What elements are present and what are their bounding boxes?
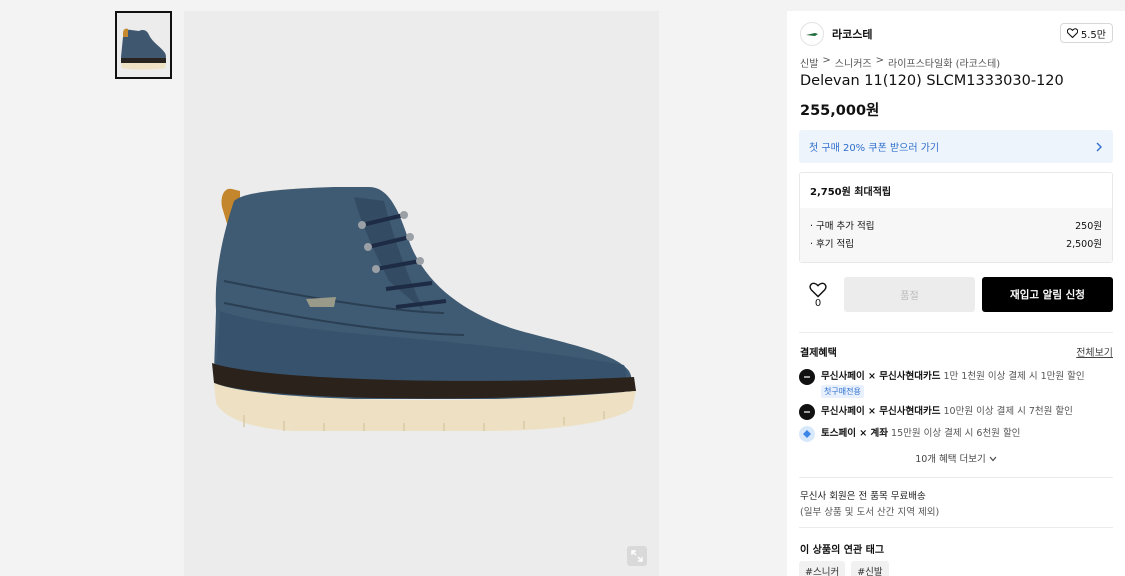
- action-row: 0 품절 재입고 알림 신청: [799, 277, 1113, 313]
- brand-row: 라코스테 5.5만: [800, 21, 1113, 47]
- points-row-value: 250원: [1075, 221, 1102, 232]
- wishlist-button[interactable]: 0: [799, 277, 837, 313]
- expand-icon[interactable]: [627, 546, 647, 566]
- brand-like-count: 5.5만: [1080, 29, 1106, 41]
- shipping-info: 무신사 회원은 전 품목 무료배송: [800, 491, 926, 502]
- points-row-label: · 구매 추가 적립: [810, 221, 875, 232]
- points-details: · 구매 추가 적립 250원 · 후기 적립 2,500원: [800, 208, 1112, 262]
- benefit-item[interactable]: 무신사페이 × 무신사현대카드 1만 1천원 이상 결제 시 1만원 할인 첫구…: [799, 368, 1085, 398]
- brand-name[interactable]: 라코스테: [832, 26, 872, 42]
- soldout-button[interactable]: 품절: [844, 277, 975, 312]
- product-info-panel: 라코스테 5.5만 신발 > 스니커즈 > 라이프스타일화 (라코스테) Del…: [787, 11, 1125, 576]
- brand-like-button[interactable]: 5.5만: [1059, 23, 1113, 43]
- coupon-banner[interactable]: 첫 구매 20% 쿠폰 받으러 가기: [799, 130, 1113, 163]
- breadcrumb-item[interactable]: 신발: [800, 55, 818, 70]
- benefit-text: 무신사페이 × 무신사현대카드 10만원 이상 결제 시 7천원 할인: [821, 403, 1073, 417]
- crocodile-logo-icon[interactable]: [800, 22, 824, 46]
- divider: [799, 477, 1113, 478]
- benefit-item[interactable]: 토스페이 × 계좌 15만원 이상 결제 시 6천원 할인: [799, 425, 1020, 442]
- more-benefits-toggle[interactable]: 10개 혜택 더보기: [799, 451, 1113, 465]
- points-box: 2,750원 최대적립 · 구매 추가 적립 250원 · 후기 적립 2,50…: [799, 172, 1113, 263]
- benefit-brand: 무신사페이 × 무신사현대카드: [821, 371, 941, 382]
- benefit-desc: 10만원 이상 결제 시 7천원 할인: [943, 406, 1073, 417]
- first-purchase-badge: 첫구매전용: [821, 385, 864, 398]
- musinsa-pay-icon: [799, 369, 815, 385]
- points-row: · 구매 추가 적립 250원: [810, 216, 1102, 234]
- musinsa-pay-icon: [799, 404, 815, 420]
- breadcrumb-separator: >: [822, 55, 831, 66]
- divider: [799, 527, 1113, 528]
- divider: [799, 332, 1113, 333]
- related-tags: #스니커 #신발: [799, 561, 889, 576]
- breadcrumb-item[interactable]: 스니커즈: [835, 55, 872, 70]
- coupon-label: 첫 구매 20% 쿠폰 받으러 가기: [809, 143, 940, 154]
- benefit-desc: 15만원 이상 결제 시 6천원 할인: [891, 428, 1021, 439]
- points-title: 2,750원 최대적립: [810, 187, 892, 198]
- benefit-text: 무신사페이 × 무신사현대카드 1만 1천원 이상 결제 시 1만원 할인 첫구…: [821, 368, 1085, 398]
- points-row: · 후기 적립 2,500원: [810, 234, 1102, 252]
- more-benefits-label: 10개 혜택 더보기: [915, 454, 986, 465]
- gallery-area: [0, 0, 787, 576]
- breadcrumb-item[interactable]: 라이프스타일화 (라코스테): [888, 55, 1000, 70]
- chevron-right-icon: [1096, 142, 1102, 151]
- benefit-item[interactable]: 무신사페이 × 무신사현대카드 10만원 이상 결제 시 7천원 할인: [799, 403, 1073, 420]
- benefit-desc: 1만 1천원 이상 결제 시 1만원 할인: [943, 371, 1085, 382]
- product-thumbnail[interactable]: [115, 11, 172, 79]
- breadcrumb-separator: >: [875, 55, 884, 66]
- tag-chip[interactable]: #스니커: [799, 561, 846, 576]
- chevron-down-icon: [989, 456, 997, 462]
- points-row-label: · 후기 적립: [810, 239, 855, 250]
- heart-icon: [809, 282, 827, 298]
- benefit-brand: 토스페이 × 계좌: [821, 428, 889, 439]
- product-price: 255,000원: [800, 103, 880, 119]
- breadcrumb: 신발 > 스니커즈 > 라이프스타일화 (라코스테): [800, 55, 1000, 70]
- heart-icon: [1066, 28, 1078, 38]
- main-product-image[interactable]: [184, 11, 659, 576]
- toss-pay-icon: [799, 426, 815, 442]
- wishlist-count: 0: [814, 297, 822, 309]
- product-name: Delevan 11(120) SLCM1333030-120: [800, 73, 1064, 89]
- benefit-text: 토스페이 × 계좌 15만원 이상 결제 시 6천원 할인: [821, 425, 1020, 439]
- restock-alert-button[interactable]: 재입고 알림 신청: [982, 277, 1113, 312]
- tag-chip[interactable]: #신발: [851, 561, 889, 576]
- shipping-note: (일부 상품 및 도서 산간 지역 제외): [800, 507, 940, 518]
- benefit-brand: 무신사페이 × 무신사현대카드: [821, 406, 941, 417]
- benefits-view-all-link[interactable]: 전체보기: [1076, 344, 1113, 359]
- benefits-title: 결제혜택: [800, 348, 837, 359]
- points-row-value: 2,500원: [1066, 239, 1102, 250]
- related-tags-title: 이 상품의 연관 태그: [800, 545, 885, 556]
